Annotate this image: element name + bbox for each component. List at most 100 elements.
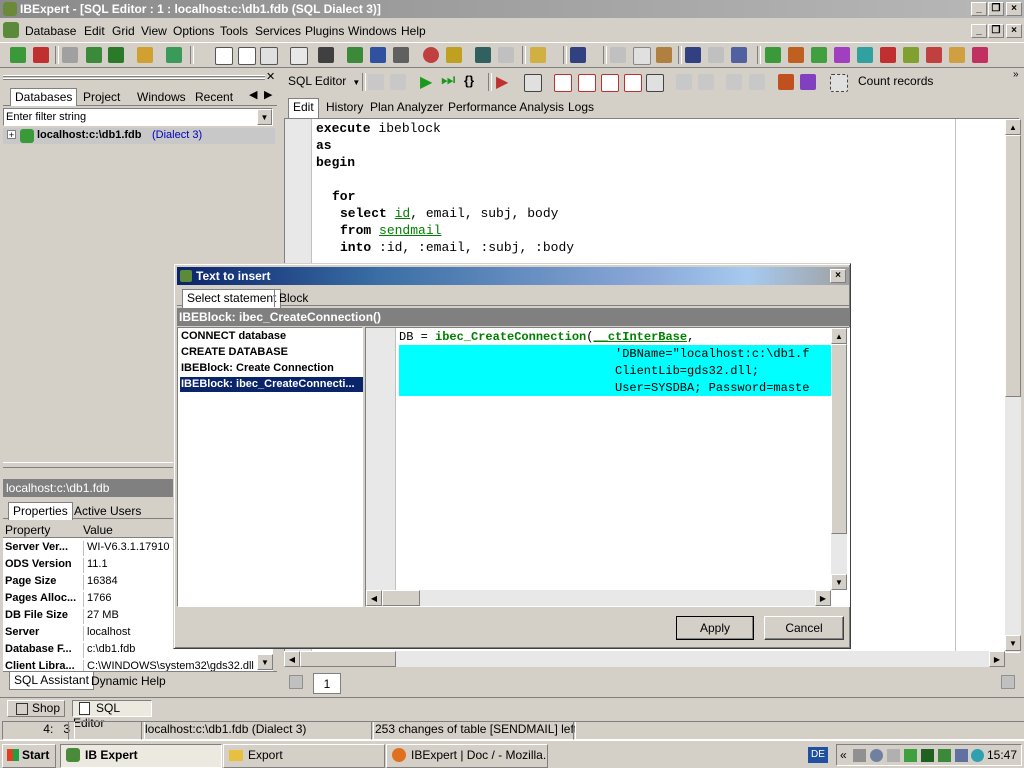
tray-icon-7[interactable] [955,749,968,762]
users-icon[interactable] [423,47,439,63]
cancel-button[interactable]: Cancel [764,616,844,640]
tab-sql-assistant[interactable]: SQL Assistant [9,672,94,690]
prop-dropdown-icon[interactable]: ▼ [257,654,273,670]
paste-icon[interactable] [656,47,672,63]
scroll-down-icon[interactable]: ▼ [1005,635,1021,651]
new-udf-icon[interactable] [903,47,919,63]
compare-icon[interactable] [370,47,386,63]
find-icon[interactable] [685,47,701,63]
prop-row[interactable]: Client Libra... C:\WINDOWS\system32\gds32… [3,658,273,672]
new-role-icon[interactable] [926,47,942,63]
list-item[interactable]: IBEBlock: Create Connection [180,361,363,376]
tab-dynamic-help[interactable]: Dynamic Help [87,673,170,690]
template-list[interactable]: CONNECT database CREATE DATABASE IBEBloc… [177,327,363,607]
menu-database[interactable]: Database [25,24,76,38]
new-view-icon[interactable] [788,47,804,63]
menu-grid[interactable]: Grid [112,24,135,38]
tab-scroll-left-icon[interactable]: ◀ [249,88,257,101]
tab-scroll-right-icon[interactable]: ▶ [264,88,272,101]
new-domain-icon[interactable] [949,47,965,63]
tab-properties[interactable]: Properties [8,502,73,520]
dialog-scroll-down-icon[interactable]: ▼ [831,574,847,590]
tab-history[interactable]: History [322,99,367,116]
copy-icon[interactable] [633,47,651,65]
menu-windows[interactable]: Windows [348,24,397,38]
reconnect-icon[interactable] [108,47,124,63]
tray-icon-3[interactable] [887,749,900,762]
tray-icon-2[interactable] [870,749,883,762]
new-proc-icon[interactable] [811,47,827,63]
run-selection-icon[interactable]: ⏭ [441,72,455,90]
mdi-tab-shop[interactable]: Shop [7,700,65,717]
page-next-icon[interactable] [1001,675,1015,689]
tray-icon-5[interactable] [921,749,934,762]
sql-editor-mode-dropdown[interactable]: SQL Editor ▼ [288,74,360,88]
dialog-close-icon[interactable]: × [830,269,846,283]
list-item-selected[interactable]: IBEBlock: ibec_CreateConnecti... [180,377,363,392]
tray-icon-4[interactable] [904,749,917,762]
new-table-icon[interactable] [765,47,781,63]
tray-icon-6[interactable] [938,749,951,762]
mdi-tab-sql-editor[interactable]: SQL Editor [72,700,152,730]
grid-icon[interactable] [290,47,308,65]
dialog-vscroll-thumb[interactable] [831,344,847,534]
dialog-scroll-left-icon[interactable]: ◀ [366,590,382,606]
tab-active-users[interactable]: Active Users [70,503,145,520]
select-area-icon[interactable] [830,74,848,92]
tab-windows[interactable]: Windows [133,89,190,106]
menu-edit[interactable]: Edit [84,24,105,38]
open-folder-icon[interactable] [530,47,546,63]
start-button[interactable]: Start [2,744,56,768]
menu-plugins[interactable]: Plugins [305,24,344,38]
page-prev-icon[interactable] [289,675,303,689]
tree-row-selected[interactable]: + localhost:c:\db1.fdb (Dialect 3) [3,128,275,144]
template-code-editor[interactable]: DB = ibec_CreateConnection(__ctInterBase… [365,327,850,607]
vscroll-thumb[interactable] [1005,135,1021,397]
commit-icon[interactable] [554,74,572,92]
scroll-left-icon[interactable]: ◀ [284,651,300,667]
mdi-close-icon[interactable]: × [1006,24,1022,38]
tab-project[interactable]: Project [79,89,124,106]
import-data-icon[interactable] [800,74,816,90]
export-icon[interactable] [166,47,182,63]
tab-plan-analyzer[interactable]: Plan Analyzer [366,99,447,116]
menu-options[interactable]: Options [173,24,214,38]
rollback-icon[interactable] [578,74,596,92]
tab-edit[interactable]: Edit [288,98,319,118]
save-icon[interactable] [570,47,586,63]
tab-recent[interactable]: Recent [191,89,237,106]
tray-icon-8[interactable] [971,749,984,762]
filter-dropdown-icon[interactable]: ▼ [257,109,272,125]
close-panel-icon[interactable]: ✕ [266,70,275,83]
close-query-icon[interactable] [601,74,619,92]
export-data-icon[interactable] [778,74,794,90]
new-trigger-icon[interactable] [834,47,850,63]
format-icon[interactable]: {} [464,73,474,88]
dialog-scroll-right-icon[interactable]: ▶ [815,590,831,606]
tab-performance-analysis[interactable]: Performance Analysis [444,99,568,116]
tray-expand-icon[interactable]: « [840,748,847,762]
replace-icon[interactable] [731,47,747,63]
disconnect-icon[interactable] [86,47,102,63]
list-item[interactable]: CREATE DATABASE [180,345,363,360]
dialog-hscroll-thumb[interactable] [382,590,420,606]
dialog-hscrollbar[interactable]: ◀ ▶ [366,590,831,606]
blob-icon[interactable] [475,47,491,63]
delete-icon[interactable] [624,74,642,92]
menu-tools[interactable]: Tools [220,24,248,38]
list-item[interactable]: CONNECT database [180,329,363,344]
tab-databases[interactable]: Databases [10,88,78,106]
expand-icon[interactable]: + [7,130,16,140]
script-icon[interactable] [260,47,278,65]
menu-services[interactable]: Services [255,24,301,38]
maximize-icon[interactable]: ❐ [988,2,1004,16]
dialog-vscrollbar[interactable]: ▲ ▼ [831,328,847,590]
grant-icon[interactable] [446,47,462,63]
taskbar-item-mozilla[interactable]: IBExpert | Doc / - Mozilla... [386,744,548,768]
connect-icon[interactable] [62,47,78,63]
plan-icon[interactable] [524,74,542,92]
print-icon[interactable] [393,47,409,63]
mdi-minimize-icon[interactable]: _ [971,24,987,38]
menu-help[interactable]: Help [401,24,426,38]
extract-icon[interactable] [347,47,363,63]
